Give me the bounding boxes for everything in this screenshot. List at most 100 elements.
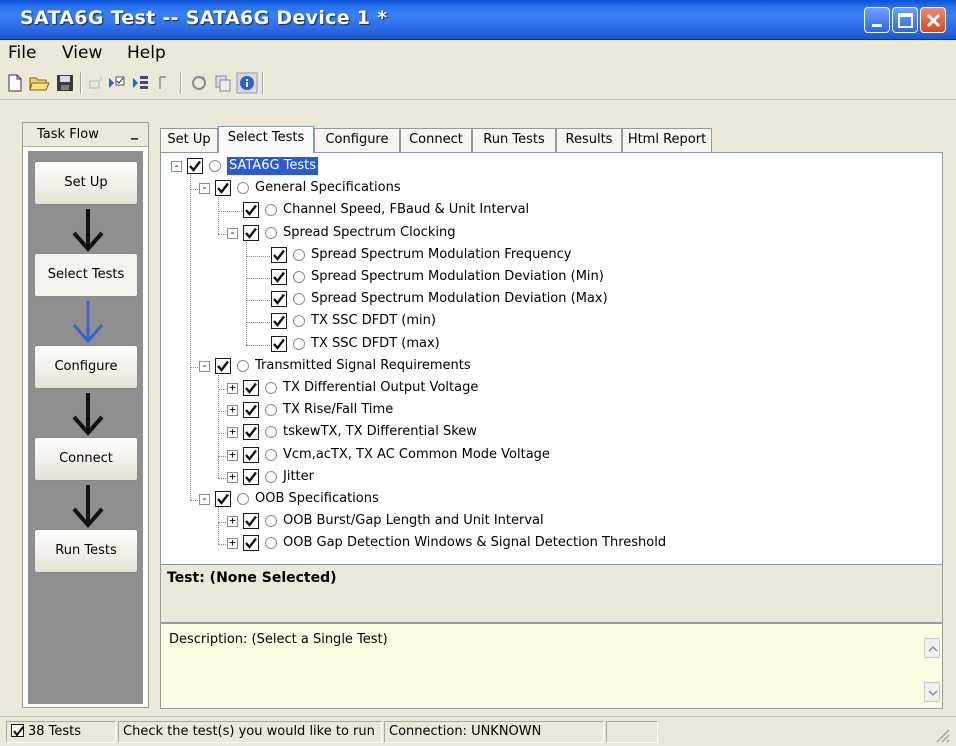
- collapse-icon[interactable]: -: [199, 493, 210, 505]
- tree-item[interactable]: Spread Spectrum Modulation Frequency: [161, 245, 941, 267]
- tree-item[interactable]: + TX Differential Output Voltage: [161, 378, 941, 400]
- task-flow-minimize-button[interactable]: _: [131, 125, 145, 141]
- tree-item[interactable]: - General Specifications: [161, 178, 941, 200]
- tab-connect[interactable]: Connect: [400, 128, 472, 152]
- tree-item-radio[interactable]: [265, 382, 277, 394]
- scroll-down-button[interactable]: [924, 682, 940, 702]
- flow-step-connect[interactable]: Connect: [34, 437, 138, 481]
- title-bar[interactable]: SATA6G Test -- SATA6G Device 1 *: [0, 0, 956, 40]
- tab-set-up[interactable]: Set Up: [160, 128, 218, 152]
- tree-item[interactable]: - Spread Spectrum Clocking: [161, 223, 941, 245]
- flow-step-select-tests[interactable]: Select Tests: [34, 253, 138, 297]
- tree-item-radio[interactable]: [237, 493, 249, 505]
- tree-item-checkbox[interactable]: [243, 513, 259, 530]
- tree-item-checkbox[interactable]: [271, 291, 287, 308]
- refresh-icon[interactable]: [188, 72, 210, 94]
- maximize-button[interactable]: [892, 7, 918, 33]
- tab-select-tests[interactable]: Select Tests: [218, 126, 314, 153]
- run-check-icon[interactable]: [106, 72, 128, 94]
- tree-item-radio[interactable]: [265, 515, 277, 528]
- tree-item[interactable]: Spread Spectrum Modulation Deviation (Mi…: [161, 267, 941, 289]
- tree-item[interactable]: TX SSC DFDT (min): [161, 311, 941, 333]
- tree-item-checkbox[interactable]: [271, 335, 287, 352]
- flow-step-run-tests[interactable]: Run Tests: [34, 529, 138, 573]
- tree-item[interactable]: Channel Speed, FBaud & Unit Interval: [161, 200, 941, 222]
- tree-item-radio[interactable]: [237, 182, 249, 195]
- tree-item-radio[interactable]: [293, 271, 305, 283]
- tab-results[interactable]: Results: [556, 128, 622, 152]
- tree-item[interactable]: + Vcm,acTX, TX AC Common Mode Voltage: [161, 445, 941, 467]
- collapse-icon[interactable]: -: [199, 360, 210, 372]
- tree-item-radio[interactable]: [265, 404, 277, 417]
- tree-item-checkbox[interactable]: [271, 269, 287, 285]
- expand-icon[interactable]: +: [227, 426, 238, 439]
- tree-item-checkbox[interactable]: [243, 224, 259, 241]
- tree-item-checkbox[interactable]: [243, 424, 259, 441]
- tree-item[interactable]: + tskewTX, TX Differential Skew: [161, 422, 941, 444]
- tree-item-radio[interactable]: [265, 448, 277, 461]
- expand-icon[interactable]: +: [227, 471, 238, 483]
- new-icon[interactable]: [4, 72, 26, 94]
- scroll-up-button[interactable]: [924, 638, 940, 658]
- tree-item[interactable]: + TX Rise/Fall Time: [161, 400, 941, 422]
- tree-item-checkbox[interactable]: [271, 313, 287, 330]
- tree-item-radio[interactable]: [293, 248, 305, 261]
- collapse-icon[interactable]: -: [199, 182, 210, 195]
- tree-item-checkbox[interactable]: [243, 446, 259, 463]
- tree-item-radio[interactable]: [265, 226, 277, 239]
- tree-item-checkbox[interactable]: [271, 246, 287, 263]
- resize-grip-icon[interactable]: [932, 725, 950, 743]
- run-list-icon[interactable]: [130, 72, 152, 94]
- stop-icon[interactable]: [154, 72, 176, 94]
- undo-icon[interactable]: [86, 72, 108, 94]
- tree-item-radio[interactable]: [265, 426, 277, 439]
- expand-icon[interactable]: +: [227, 449, 238, 461]
- expand-icon[interactable]: +: [227, 537, 238, 550]
- menu-help[interactable]: Help: [127, 43, 166, 63]
- tree-item[interactable]: TX SSC DFDT (max): [161, 334, 941, 356]
- menu-view[interactable]: View: [62, 43, 102, 63]
- tree-item-radio[interactable]: [237, 359, 249, 372]
- tree-item[interactable]: - Transmitted Signal Requirements: [161, 356, 941, 378]
- tree-item-radio[interactable]: [265, 470, 277, 483]
- tree-item-checkbox[interactable]: [215, 357, 231, 374]
- tree-item-checkbox[interactable]: [243, 202, 259, 219]
- minimize-button[interactable]: [864, 7, 890, 33]
- tree-item[interactable]: - OOB Specifications: [161, 489, 941, 511]
- expand-icon[interactable]: +: [227, 515, 238, 528]
- tree-item-checkbox[interactable]: [215, 491, 231, 507]
- tree-item[interactable]: + OOB Gap Detection Windows & Signal Dete…: [161, 533, 941, 555]
- tree-item-radio[interactable]: [293, 293, 305, 306]
- save-icon[interactable]: [54, 72, 76, 94]
- info-icon[interactable]: [236, 72, 258, 94]
- test-info-panel: Test: (None Selected): [160, 565, 943, 623]
- tree-item[interactable]: - SATA6G Tests: [161, 156, 941, 178]
- tree-item-checkbox[interactable]: [243, 402, 259, 419]
- flow-step-configure[interactable]: Configure: [34, 345, 138, 389]
- expand-icon[interactable]: +: [227, 382, 238, 394]
- tree-item-radio[interactable]: [265, 204, 277, 217]
- tab-html-report[interactable]: Html Report: [622, 128, 712, 152]
- collapse-icon[interactable]: -: [227, 227, 238, 239]
- tree-item-checkbox[interactable]: [243, 468, 259, 485]
- tree-item-checkbox[interactable]: [215, 180, 231, 197]
- tree-item-checkbox[interactable]: [187, 158, 203, 174]
- tree-item[interactable]: Spread Spectrum Modulation Deviation (Ma…: [161, 289, 941, 311]
- expand-icon[interactable]: +: [227, 404, 238, 417]
- tree-item-radio[interactable]: [209, 160, 221, 172]
- tab-run-tests[interactable]: Run Tests: [472, 128, 556, 152]
- tree-item-radio[interactable]: [293, 337, 305, 350]
- open-icon[interactable]: [28, 72, 50, 94]
- tree-item-checkbox[interactable]: [243, 380, 259, 396]
- copy-icon[interactable]: [212, 72, 234, 94]
- tree-item-radio[interactable]: [293, 315, 305, 328]
- flow-step-set-up[interactable]: Set Up: [34, 161, 138, 205]
- tab-configure[interactable]: Configure: [314, 128, 400, 152]
- menu-file[interactable]: File: [8, 43, 36, 63]
- collapse-icon[interactable]: -: [171, 160, 182, 172]
- close-button[interactable]: [920, 7, 946, 33]
- tree-item-checkbox[interactable]: [243, 535, 259, 552]
- tree-item[interactable]: + Jitter: [161, 467, 941, 489]
- tree-item[interactable]: + OOB Burst/Gap Length and Unit Interval: [161, 511, 941, 533]
- tree-item-radio[interactable]: [265, 537, 277, 550]
